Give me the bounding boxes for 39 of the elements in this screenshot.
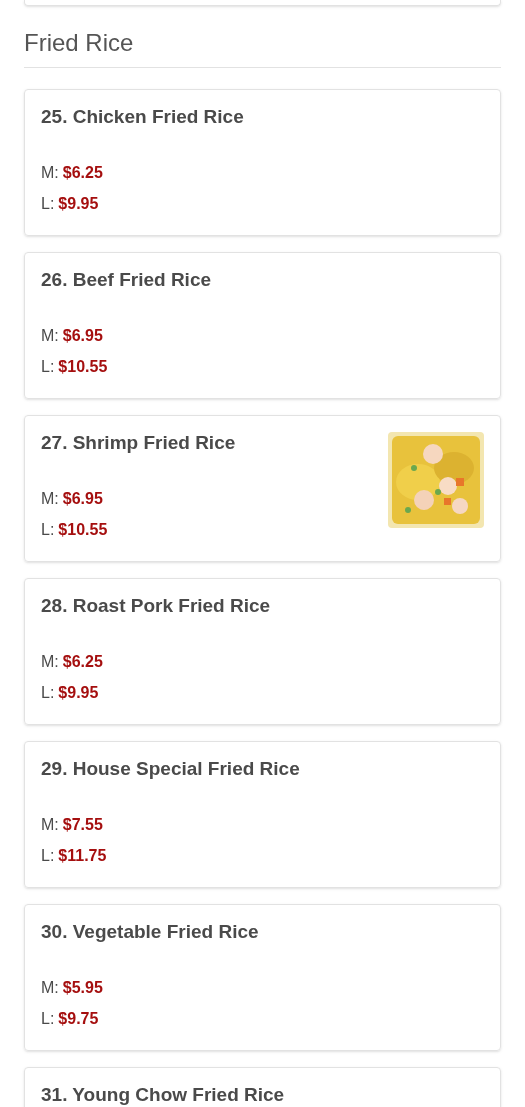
size-label: M: bbox=[41, 652, 59, 672]
size-label: M: bbox=[41, 326, 59, 346]
size-label: M: bbox=[41, 163, 59, 183]
price: $6.95 bbox=[62, 489, 103, 509]
menu-item-card[interactable]: 30. Vegetable Fried Rice M: $5.95 L: $9.75 bbox=[24, 904, 501, 1051]
price: $9.95 bbox=[58, 683, 99, 703]
size-label: M: bbox=[41, 815, 59, 835]
price: $6.25 bbox=[62, 652, 103, 672]
menu-item-card[interactable]: 28. Roast Pork Fried Rice M: $6.25 L: $9.95 bbox=[24, 578, 501, 725]
size-label: L: bbox=[41, 194, 55, 214]
menu-item-card[interactable]: 29. House Special Fried Rice M: $7.55 L: $11.75 bbox=[24, 741, 501, 888]
size-label: L: bbox=[41, 357, 55, 377]
menu-item-card[interactable]: 31. Young Chow Fried Rice bbox=[24, 1067, 501, 1107]
item-name: 28. Roast Pork Fried Rice bbox=[41, 595, 271, 617]
size-label: L: bbox=[41, 683, 55, 703]
section-title: Fried Rice bbox=[24, 28, 135, 58]
item-name: 26. Beef Fried Rice bbox=[41, 269, 212, 291]
size-label: M: bbox=[41, 489, 59, 509]
item-name: 29. House Special Fried Rice bbox=[41, 758, 300, 780]
menu-item-card[interactable]: 26. Beef Fried Rice M: $6.95 L: $10.55 bbox=[24, 252, 501, 399]
price: $9.95 bbox=[58, 194, 99, 214]
item-name: 30. Vegetable Fried Rice bbox=[41, 921, 259, 943]
menu-item-card[interactable]: 27. Shrimp Fried Rice M: $6.95 L: $10.55 bbox=[24, 415, 501, 562]
size-label: M: bbox=[41, 978, 59, 998]
price: $10.55 bbox=[58, 520, 108, 540]
price: $5.95 bbox=[62, 978, 103, 998]
size-label: L: bbox=[41, 846, 55, 866]
size-label: L: bbox=[41, 1009, 55, 1029]
item-name: 31. Young Chow Fried Rice bbox=[41, 1084, 285, 1106]
price: $11.75 bbox=[58, 846, 107, 866]
item-name: 27. Shrimp Fried Rice bbox=[41, 432, 236, 454]
price: $9.75 bbox=[58, 1009, 99, 1029]
price: $10.55 bbox=[58, 357, 108, 377]
size-label: L: bbox=[41, 520, 55, 540]
item-name: 25. Chicken Fried Rice bbox=[41, 106, 244, 128]
price: $6.95 bbox=[62, 326, 103, 346]
price: $7.55 bbox=[62, 815, 103, 835]
price: $6.25 bbox=[62, 163, 103, 183]
menu-item-card[interactable]: 25. Chicken Fried Rice M: $6.25 L: $9.95 bbox=[24, 89, 501, 236]
